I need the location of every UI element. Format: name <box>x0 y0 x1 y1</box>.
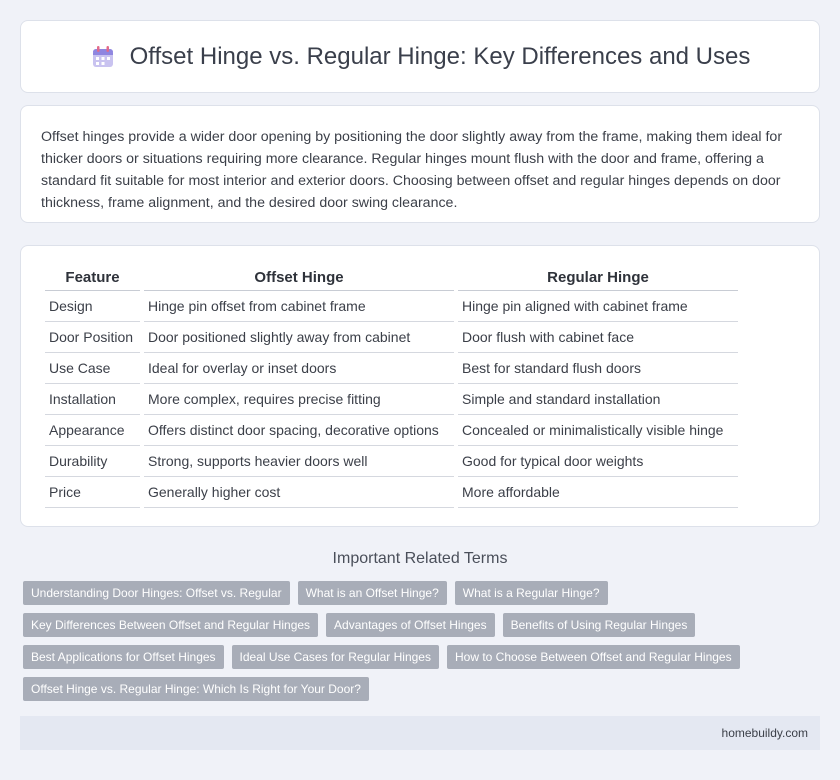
cell-feature: Design <box>45 291 140 322</box>
header-feature: Feature <box>45 266 140 291</box>
related-terms-title: Important Related Terms <box>332 550 508 567</box>
header-regular-hinge: Regular Hinge <box>458 266 738 291</box>
table-row: Use Case Ideal for overlay or inset door… <box>45 353 738 384</box>
header-card: Offset Hinge vs. Regular Hinge: Key Diff… <box>20 20 820 93</box>
intro-card: Offset hinges provide a wider door openi… <box>20 105 820 223</box>
comparison-card: Feature Offset Hinge Regular Hinge Desig… <box>20 245 820 527</box>
related-term-tag[interactable]: Understanding Door Hinges: Offset vs. Re… <box>23 581 290 605</box>
cell-offset: Offers distinct door spacing, decorative… <box>144 415 454 446</box>
table-row: Durability Strong, supports heavier door… <box>45 446 738 477</box>
cell-regular: Simple and standard installation <box>458 384 738 415</box>
related-term-tag[interactable]: Ideal Use Cases for Regular Hinges <box>231 645 439 669</box>
cell-offset: More complex, requires precise fitting <box>144 384 454 415</box>
footer: homebuildy.com <box>20 716 820 750</box>
table-row: Design Hinge pin offset from cabinet fra… <box>45 291 738 322</box>
cell-offset: Door positioned slightly away from cabin… <box>144 322 454 353</box>
cell-regular: Hinge pin aligned with cabinet frame <box>458 291 738 322</box>
page-title: Offset Hinge vs. Regular Hinge: Key Diff… <box>129 42 751 70</box>
intro-text: Offset hinges provide a wider door openi… <box>41 129 783 211</box>
table-header-row: Feature Offset Hinge Regular Hinge <box>45 266 738 291</box>
cell-regular: Good for typical door weights <box>458 446 738 477</box>
calendar-icon <box>90 44 116 70</box>
related-term-tag[interactable]: Offset Hinge vs. Regular Hinge: Which Is… <box>23 677 369 701</box>
related-term-tag[interactable]: What is an Offset Hinge? <box>297 581 447 605</box>
cell-regular: More affordable <box>458 477 738 508</box>
cell-offset: Ideal for overlay or inset doors <box>144 353 454 384</box>
related-term-tag[interactable]: Benefits of Using Regular Hinges <box>502 613 696 637</box>
header: Offset Hinge vs. Regular Hinge: Key Diff… <box>90 42 751 71</box>
cell-feature: Door Position <box>45 322 140 353</box>
cell-regular: Concealed or minimalistically visible hi… <box>458 415 738 446</box>
comparison-table: Feature Offset Hinge Regular Hinge Desig… <box>41 266 742 508</box>
table-row: Installation More complex, requires prec… <box>45 384 738 415</box>
related-term-tag[interactable]: Advantages of Offset Hinges <box>326 613 495 637</box>
related-term-tag[interactable]: Key Differences Between Offset and Regul… <box>23 613 319 637</box>
table-row: Door Position Door positioned slightly a… <box>45 322 738 353</box>
related-terms-list: Understanding Door Hinges: Offset vs. Re… <box>23 581 823 701</box>
cell-offset: Strong, supports heavier doors well <box>144 446 454 477</box>
footer-site-link[interactable]: homebuildy.com <box>722 726 808 740</box>
table-row: Price Generally higher cost More afforda… <box>45 477 738 508</box>
cell-offset: Generally higher cost <box>144 477 454 508</box>
cell-feature: Installation <box>45 384 140 415</box>
cell-feature: Price <box>45 477 140 508</box>
related-term-tag[interactable]: What is a Regular Hinge? <box>454 581 608 605</box>
cell-regular: Best for standard flush doors <box>458 353 738 384</box>
cell-feature: Use Case <box>45 353 140 384</box>
table-row: Appearance Offers distinct door spacing,… <box>45 415 738 446</box>
cell-feature: Durability <box>45 446 140 477</box>
cell-regular: Door flush with cabinet face <box>458 322 738 353</box>
related-term-tag[interactable]: How to Choose Between Offset and Regular… <box>446 645 740 669</box>
related-term-tag[interactable]: Best Applications for Offset Hinges <box>23 645 224 669</box>
header-offset-hinge: Offset Hinge <box>144 266 454 291</box>
cell-feature: Appearance <box>45 415 140 446</box>
cell-offset: Hinge pin offset from cabinet frame <box>144 291 454 322</box>
